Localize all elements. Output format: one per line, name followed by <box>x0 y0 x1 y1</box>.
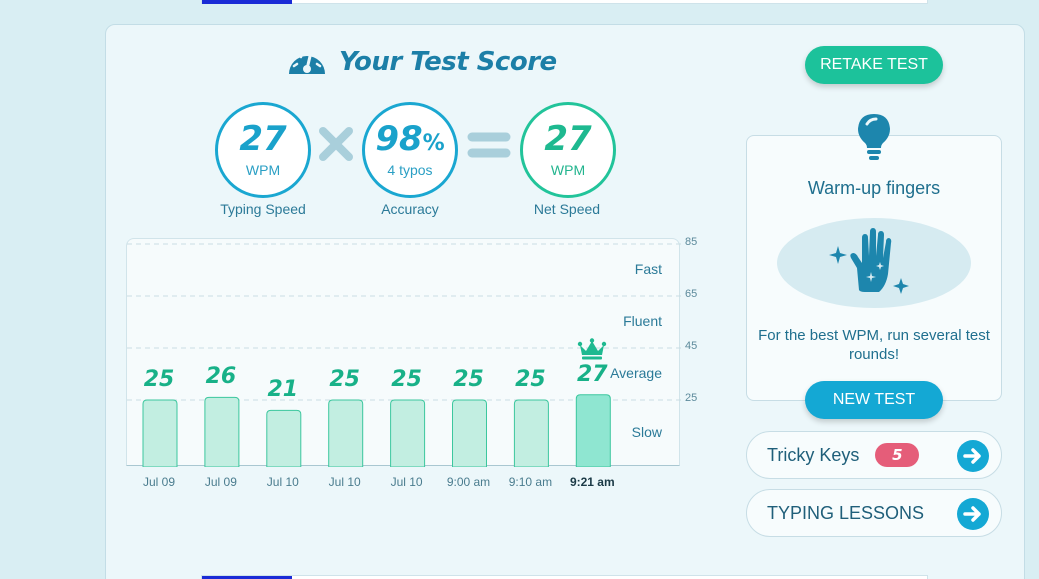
warmup-panel: Warm-up fingers For the best WPM, run se… <box>746 135 1002 401</box>
y-tick-label: 85 <box>685 236 698 248</box>
accuracy-value: 98 <box>375 119 423 159</box>
equals-icon <box>467 130 511 165</box>
y-tick-label: 45 <box>685 340 698 352</box>
bar-value-label: 25 <box>453 367 484 392</box>
tricky-keys-count-badge: 5 <box>875 443 920 467</box>
bar-value-label: 26 <box>205 364 237 390</box>
sparkle-hand-icon <box>829 228 919 305</box>
bar-value-label: 21 <box>267 377 299 403</box>
x-tick-label: 9:00 am <box>446 475 491 489</box>
chart-bar <box>452 399 487 467</box>
arrow-right-icon <box>957 440 989 477</box>
typing-lessons-button[interactable]: TYPING LESSONS <box>746 489 1002 537</box>
tricky-keys-label: Tricky Keys <box>767 444 860 465</box>
bottom-strip <box>201 575 928 579</box>
x-tick-label: Jul 09 <box>204 475 237 489</box>
x-tick-label: Jul 10 <box>390 475 423 489</box>
bar-value-label: 25 <box>143 367 175 392</box>
zone-label: Fluent <box>623 313 662 329</box>
y-tick-label: 25 <box>685 392 698 404</box>
chart-bar <box>513 399 549 467</box>
accuracy-circle: 98% 4 typos <box>362 102 458 198</box>
bar-value-label: 27 <box>576 361 608 387</box>
x-tick-label: 9:10 am <box>508 475 553 489</box>
lightbulb-icon <box>855 112 893 167</box>
x-tick-label: Jul 09 <box>142 475 176 489</box>
net-speed-unit: WPM <box>550 162 586 178</box>
typing-lessons-label: TYPING LESSONS <box>767 502 925 523</box>
chart-bar <box>266 409 302 467</box>
net-speed-value: 27 <box>544 119 592 159</box>
page-title: Your Test Score <box>339 47 557 77</box>
typing-speed-circle: 27 WPM <box>215 102 311 198</box>
retake-test-button[interactable]: RETAKE TEST <box>805 46 943 84</box>
zone-label: Fast <box>634 261 662 277</box>
chart-bar <box>328 399 364 467</box>
score-header: Your Test Score <box>285 44 557 80</box>
chart-bar <box>142 399 178 467</box>
accuracy-typos: 4 typos <box>387 162 433 178</box>
chart-bar <box>390 399 426 467</box>
x-tick-label: Jul 10 <box>266 475 299 489</box>
multiply-icon <box>318 126 354 167</box>
x-tick-label: 9:21 am <box>569 475 615 489</box>
zone-label: Slow <box>631 423 662 440</box>
net-speed-label: Net Speed <box>533 201 601 217</box>
typing-speed-value: 27 <box>239 119 287 159</box>
speedometer-icon <box>285 42 329 83</box>
warmup-text: For the best WPM, run several test round… <box>758 327 990 363</box>
typing-speed-label: Typing Speed <box>220 201 306 217</box>
crown-icon <box>577 338 607 365</box>
tricky-keys-button[interactable]: Tricky Keys 5 <box>746 431 1002 479</box>
arrow-right-icon <box>957 498 989 535</box>
bar-value-label: 25 <box>515 367 546 392</box>
net-speed-circle: 27 WPM <box>520 102 616 198</box>
y-tick-label: 65 <box>685 288 698 300</box>
top-strip <box>201 0 928 4</box>
x-tick-label: Jul 10 <box>328 475 361 489</box>
new-test-button[interactable]: NEW TEST <box>805 381 943 419</box>
warmup-title: Warm-up fingers <box>807 178 941 198</box>
bar-value-label: 25 <box>329 367 360 392</box>
typing-speed-unit: WPM <box>245 162 281 178</box>
accuracy-percent-sign: % <box>422 131 445 156</box>
accuracy-label: Accuracy <box>381 201 439 217</box>
chart-bar <box>204 396 240 467</box>
top-strip-accent <box>202 0 292 4</box>
bar-value-label: 25 <box>391 367 422 392</box>
